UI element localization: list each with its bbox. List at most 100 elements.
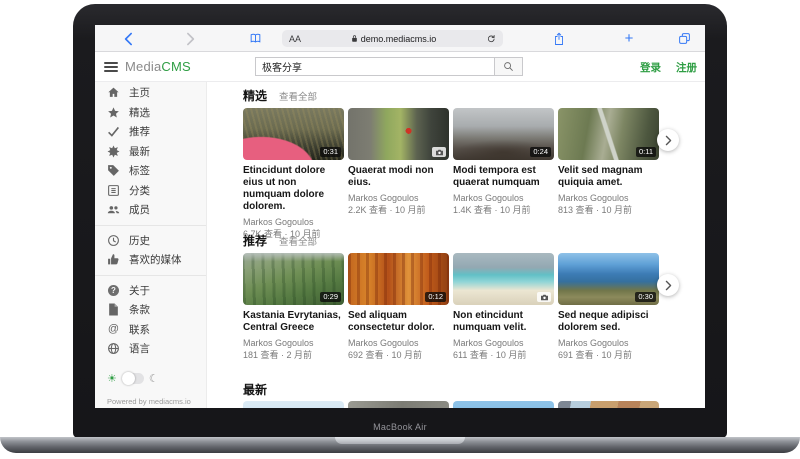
laptop-lid-notch [335,437,465,444]
video-title: Modi tempora est quaerat numquam [453,165,554,189]
chevron-right-icon [664,135,673,146]
new-tab-button[interactable] [622,25,636,52]
video-thumbnail: 0:12 [348,253,449,305]
terms-icon [107,303,120,316]
video-card[interactable]: 0:24 Modi tempora est quaerat numquam Ma… [453,108,554,232]
sidebar-item-contact[interactable]: 联系 [95,320,206,340]
camera-icon [537,292,551,302]
sidebar-item-about[interactable]: 关于 [95,281,206,301]
sidebar-divider [95,275,206,276]
video-thumbnail: 0:24 [453,108,554,160]
video-author[interactable]: Markos Gogoulos [348,337,449,349]
section-title: 精选 [243,87,267,104]
video-author[interactable]: Markos Gogoulos [453,337,554,349]
sidebar-item-terms[interactable]: 条款 [95,300,206,320]
video-author[interactable]: Markos Gogoulos [558,337,659,349]
camera-icon [432,147,446,157]
video-card[interactable]: 0:11 Velit sed magnam quiquia amet. Mark… [558,108,659,232]
video-title: Etincidunt dolore eius ut non numquam do… [243,165,344,213]
register-link[interactable]: 注册 [676,60,697,75]
video-author[interactable]: Markos Gogoulos [348,192,449,204]
section-latest: 最新 [243,381,705,408]
video-card[interactable] [348,401,449,408]
video-card[interactable]: 0:30 Sed neque adipisci dolorem sed. Mar… [558,253,659,377]
video-meta: 691 查看 · 10 月前 [558,349,659,361]
share-button[interactable] [551,25,567,52]
next-arrow-button[interactable] [657,129,679,151]
video-author[interactable]: Markos Gogoulos [453,192,554,204]
star-icon [107,106,120,119]
video-thumbnail: 0:31 [243,108,344,160]
chevron-left-icon [123,32,133,46]
video-author[interactable]: Markos Gogoulos [243,216,344,228]
video-card[interactable]: 0:31 Etincidunt dolore eius ut non numqu… [243,108,344,232]
sidebar-item-liked-media[interactable]: 喜欢的媒体 [95,250,206,270]
sidebar-item-latest[interactable]: 最新 [95,142,206,162]
auth-links: 登录 注册 [640,52,697,82]
video-author[interactable]: Markos Gogoulos [558,192,659,204]
sidebar-item-tags[interactable]: 标签 [95,161,206,181]
theme-switcher [107,372,206,385]
sidebar-divider [95,225,206,226]
reader-mode-button[interactable]: AA [289,34,301,44]
tag-icon [107,164,120,177]
section-featured: 精选 查看全部 0:31 Etincidunt dolore eius ut n… [243,87,705,232]
next-arrow-button[interactable] [657,274,679,296]
members-icon [107,203,120,216]
sidebar-item-history[interactable]: 历史 [95,231,206,251]
video-thumbnail: 0:30 [558,253,659,305]
sidebar-item-featured[interactable]: 精选 [95,103,206,123]
search-bar [255,57,523,76]
search-icon [503,61,514,72]
sidebar-item-categories[interactable]: 分类 [95,181,206,201]
browser-toolbar: AA demo.mediacms.io [95,25,705,52]
video-thumbnail [348,108,449,160]
video-card[interactable] [243,401,344,408]
video-card[interactable]: Non etincidunt numquam velit. Markos Gog… [453,253,554,377]
video-title: Quaerat modi non eius. [348,165,449,189]
video-card[interactable]: 0:12 Sed aliquam consectetur dolor. Mark… [348,253,449,377]
address-bar[interactable]: AA demo.mediacms.io [282,30,503,47]
video-card[interactable] [558,401,659,408]
sidebar-item-language[interactable]: 语言 [95,339,206,359]
sidebar-item-members[interactable]: 成员 [95,200,206,220]
view-all-link[interactable]: 查看全部 [279,89,317,103]
search-input[interactable] [255,57,495,76]
tab-overview-button[interactable] [676,25,692,52]
video-card[interactable]: Quaerat modi non eius. Markos Gogoulos 2… [348,108,449,232]
video-thumbnail: 0:11 [558,108,659,160]
refresh-icon [486,34,496,44]
login-link[interactable]: 登录 [640,60,661,75]
new-releases-icon [107,145,120,158]
sidebar: 主页 精选 推荐 最新 标签 分类 [95,82,207,408]
section-recommended: 推荐 查看全部 0:29 Kastania Evrytanias, Centra… [243,232,705,377]
chevron-right-icon [186,32,196,46]
sidebar-item-home[interactable]: 主页 [95,83,206,103]
home-icon [107,86,120,99]
sidebar-item-recommended[interactable]: 推荐 [95,122,206,142]
hamburger-icon [104,62,118,64]
forward-button[interactable] [184,25,198,52]
video-thumbnail [558,401,659,408]
duration-badge: 0:24 [530,147,551,158]
chevron-right-icon [664,280,673,291]
video-title: Non etincidunt numquam velit. [453,310,554,334]
back-button[interactable] [121,25,135,52]
categories-icon [107,184,120,197]
featured-row: 0:31 Etincidunt dolore eius ut non numqu… [243,108,705,232]
cms-header: MediaCMS 登录 注册 [95,52,705,82]
search-button[interactable] [495,57,523,76]
video-meta: 611 查看 · 10 月前 [453,349,554,361]
video-thumbnail [243,401,344,408]
section-title: 最新 [243,381,267,398]
bookmarks-button[interactable] [247,25,263,52]
site-logo[interactable]: MediaCMS [125,52,191,82]
video-card[interactable]: 0:29 Kastania Evrytanias, Central Greece… [243,253,344,377]
video-author[interactable]: Markos Gogoulos [243,337,344,349]
video-title: Velit sed magnam quiquia amet. [558,165,659,189]
video-card[interactable] [453,401,554,408]
refresh-button[interactable] [486,34,496,44]
duration-badge: 0:31 [320,147,341,158]
theme-toggle[interactable] [122,373,144,384]
menu-button[interactable] [104,62,118,72]
